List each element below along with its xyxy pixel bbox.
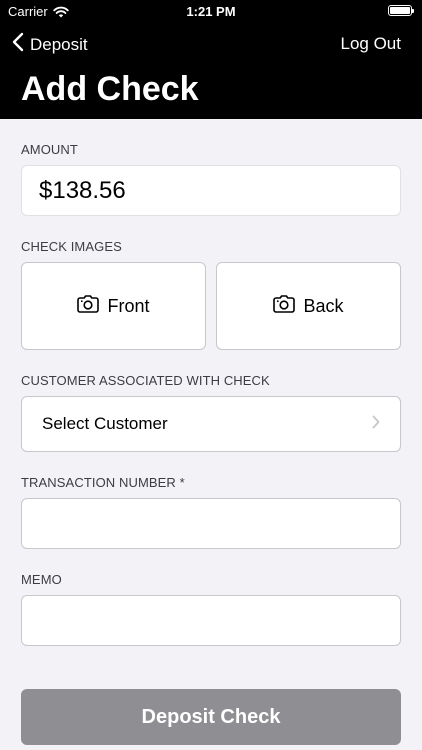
battery-icon	[388, 5, 414, 16]
navbar: Deposit Log Out	[0, 22, 422, 66]
select-customer-row[interactable]: Select Customer	[21, 396, 401, 452]
battery-level	[390, 7, 410, 14]
select-customer-text: Select Customer	[42, 414, 168, 433]
back-label: Back	[303, 295, 344, 316]
transaction-number-input[interactable]	[21, 498, 401, 549]
back-image-button[interactable]: Back	[216, 262, 401, 350]
status-bar: Carrier 1:21 PM	[0, 0, 422, 22]
front-label: Front	[107, 295, 150, 316]
page-title: Add Check	[21, 70, 199, 108]
front-image-button[interactable]: Front	[21, 262, 206, 350]
back-button[interactable]: Deposit	[12, 32, 88, 57]
transaction-number-label: TRANSACTION NUMBER *	[21, 475, 185, 490]
header: Carrier 1:21 PM Deposit Log Out Add Chec…	[0, 0, 422, 119]
amount-value: $138.56	[39, 176, 126, 204]
amount-label: AMOUNT	[21, 142, 78, 157]
form: AMOUNT $138.56 CHECK IMAGES Front Back C…	[0, 142, 422, 745]
chevron-right-icon	[372, 414, 380, 434]
memo-label: MEMO	[21, 572, 62, 587]
memo-input[interactable]	[21, 595, 401, 646]
camera-icon	[273, 294, 296, 318]
deposit-check-button[interactable]: Deposit Check	[21, 689, 401, 745]
camera-icon	[77, 294, 100, 318]
back-button-label: Deposit	[30, 34, 88, 54]
check-images-label: CHECK IMAGES	[21, 239, 122, 254]
chevron-left-icon	[12, 32, 24, 57]
status-time: 1:21 PM	[186, 4, 236, 19]
customer-label: CUSTOMER ASSOCIATED WITH CHECK	[21, 373, 270, 388]
logout-button[interactable]: Log Out	[341, 34, 402, 54]
check-images-row: Front Back	[21, 262, 401, 350]
amount-field[interactable]: $138.56	[21, 165, 401, 216]
